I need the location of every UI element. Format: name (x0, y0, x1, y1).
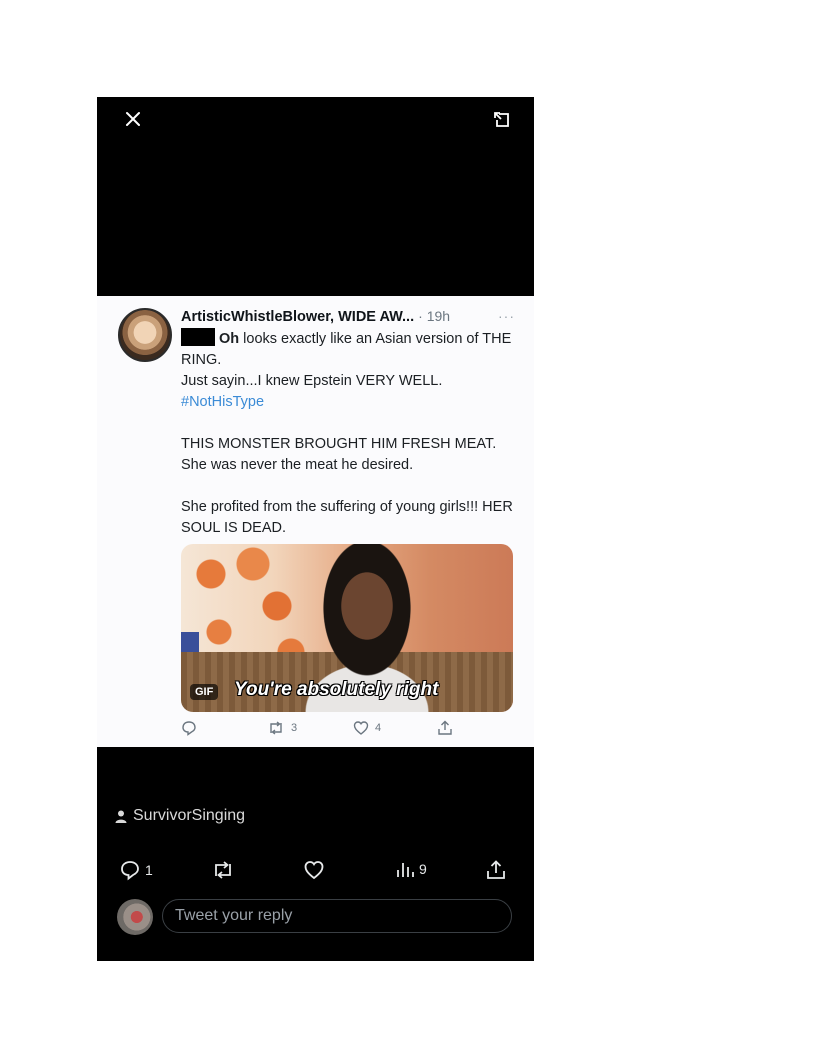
post-action-bar: 1 9 (97, 859, 534, 883)
like-button[interactable] (303, 859, 325, 881)
embedded-gif: GIF You're absolutely right (181, 544, 513, 712)
reply-count: 1 (145, 862, 153, 878)
tweet-line-2: Just sayin...I knew Epstein VERY WELL. (181, 373, 443, 389)
gif-badge: GIF (190, 684, 219, 700)
embedded-like: 4 (353, 720, 381, 736)
reply-icon (121, 861, 139, 881)
avatar (117, 899, 153, 935)
views-count: 9 (419, 861, 427, 877)
embedded-share (437, 720, 453, 736)
embedded-retweet: 3 (267, 720, 297, 736)
share-icon (438, 720, 452, 735)
gif-caption: You're absolutely right (234, 679, 439, 700)
expand-button[interactable] (488, 106, 516, 134)
close-button[interactable] (119, 105, 147, 133)
retweet-button[interactable] (211, 859, 235, 881)
embedded-tweet-text: Oh looks exactly like an Asian version o… (181, 328, 521, 539)
post-author[interactable]: SurvivorSinging (115, 807, 245, 825)
retweet-icon (215, 861, 231, 879)
tweet-lead-bold: Oh (219, 331, 240, 347)
post-author-username: SurvivorSinging (133, 807, 246, 824)
retweet-icon (270, 721, 282, 735)
analytics-icon (397, 863, 414, 877)
more-icon: ··· (498, 308, 515, 324)
redaction-box (181, 328, 215, 346)
embedded-tweet-header: ArtisticWhistleBlower, WIDE AW... · 19h … (181, 308, 521, 325)
embedded-like-count: 4 (375, 722, 382, 734)
tweet-paragraph-2: THIS MONSTER BROUGHT HIM FRESH MEAT. She… (181, 436, 497, 473)
tweet-line-1: Oh looks exactly like an Asian version o… (181, 328, 521, 371)
tweet-hashtag: #NotHisType (181, 394, 265, 410)
person-icon (115, 810, 127, 823)
embedded-tweet-actions: 3 4 (181, 720, 521, 740)
embedded-tweet-avatar (118, 308, 172, 362)
reply-placeholder: Tweet your reply (175, 907, 293, 924)
reply-button[interactable]: 1 (119, 859, 153, 881)
expand-icon (494, 112, 509, 127)
heart-icon (304, 861, 324, 880)
embedded-tweet-author: ArtisticWhistleBlower, WIDE AW... (181, 309, 415, 325)
reply-input[interactable]: Tweet your reply (162, 899, 512, 933)
close-icon (126, 112, 140, 126)
embedded-tweet-time: · 19h (418, 308, 451, 324)
embedded-tweet-image: ArtisticWhistleBlower, WIDE AW... · 19h … (97, 296, 534, 747)
reply-icon (182, 721, 196, 736)
tweet-paragraph-3: She profited from the suffering of young… (181, 499, 513, 536)
media-viewer: ArtisticWhistleBlower, WIDE AW... · 19h … (97, 97, 534, 961)
share-button[interactable] (485, 859, 507, 881)
embedded-reply (181, 720, 197, 736)
views-button[interactable]: 9 (395, 859, 427, 879)
heart-icon (353, 721, 369, 735)
share-icon (487, 860, 505, 879)
embedded-retweet-count: 3 (291, 722, 298, 734)
reply-composer: Tweet your reply (117, 897, 514, 935)
